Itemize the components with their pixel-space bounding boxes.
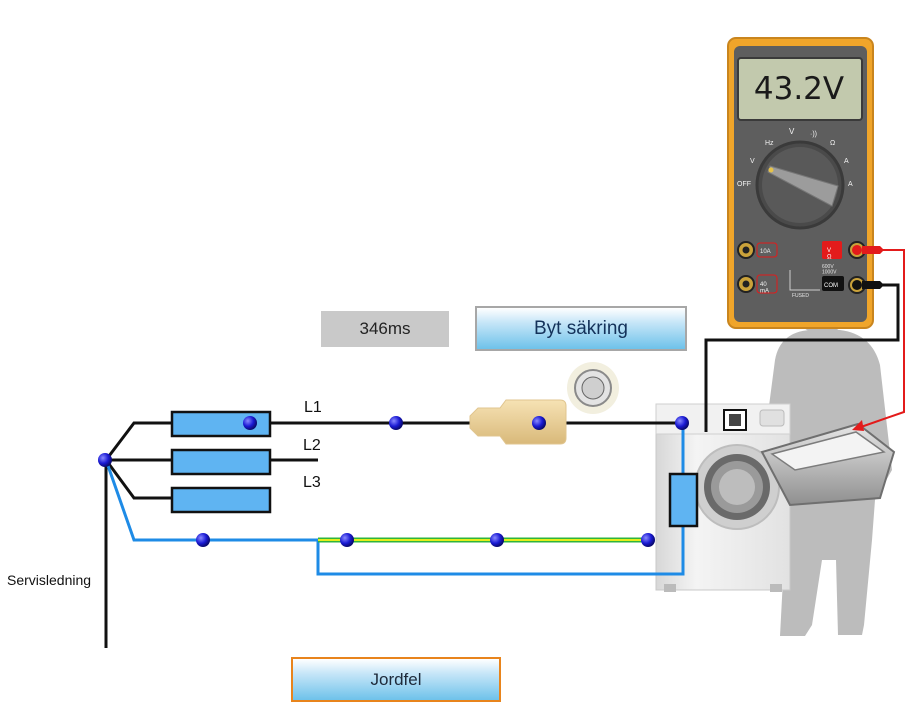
node-fuse-l1 [243,416,257,430]
jack-com-label: COM [824,283,838,289]
socket-on-washer [723,409,747,431]
dial-off-label: OFF [737,181,751,188]
phase-label-l1: L1 [304,399,322,416]
dial-aac-label: A [844,158,849,165]
dial-vdc-label: V [789,127,795,136]
timer-readout: 346ms [321,311,449,347]
fuse-l3 [170,486,272,514]
node-earth-b [490,533,504,547]
node-l1-b [532,416,546,430]
node-washer-phase [675,416,689,430]
plug-fuse[interactable] [469,399,567,445]
dial-adc-label: A [848,181,853,188]
replace-fuse-button[interactable]: Byt säkring [475,306,687,351]
earth-fault-button[interactable]: Jordfel [291,657,501,702]
fuse-l2 [170,448,272,476]
jack-10a-label: 10A [760,249,771,255]
load-resistor [668,472,699,528]
node-earth-a [340,533,354,547]
continuity-icon: ·)) [810,131,817,138]
node-l1-a [389,416,403,430]
dial-vac-label: V [750,158,755,165]
node-earth-c [641,533,655,547]
phase-label-l3: L3 [303,474,321,491]
fused-label: FUSED [792,293,809,299]
phase-label-l2: L2 [303,437,321,454]
dial-ohm-label: Ω [830,140,835,147]
node-neutral [196,533,210,547]
service-line-label: Servisledning [7,572,92,588]
multimeter-reading: 43.2V [753,71,845,107]
fuse-indicator [567,362,619,414]
node-main [98,453,112,467]
dial-hz-label: Hz [765,140,774,147]
